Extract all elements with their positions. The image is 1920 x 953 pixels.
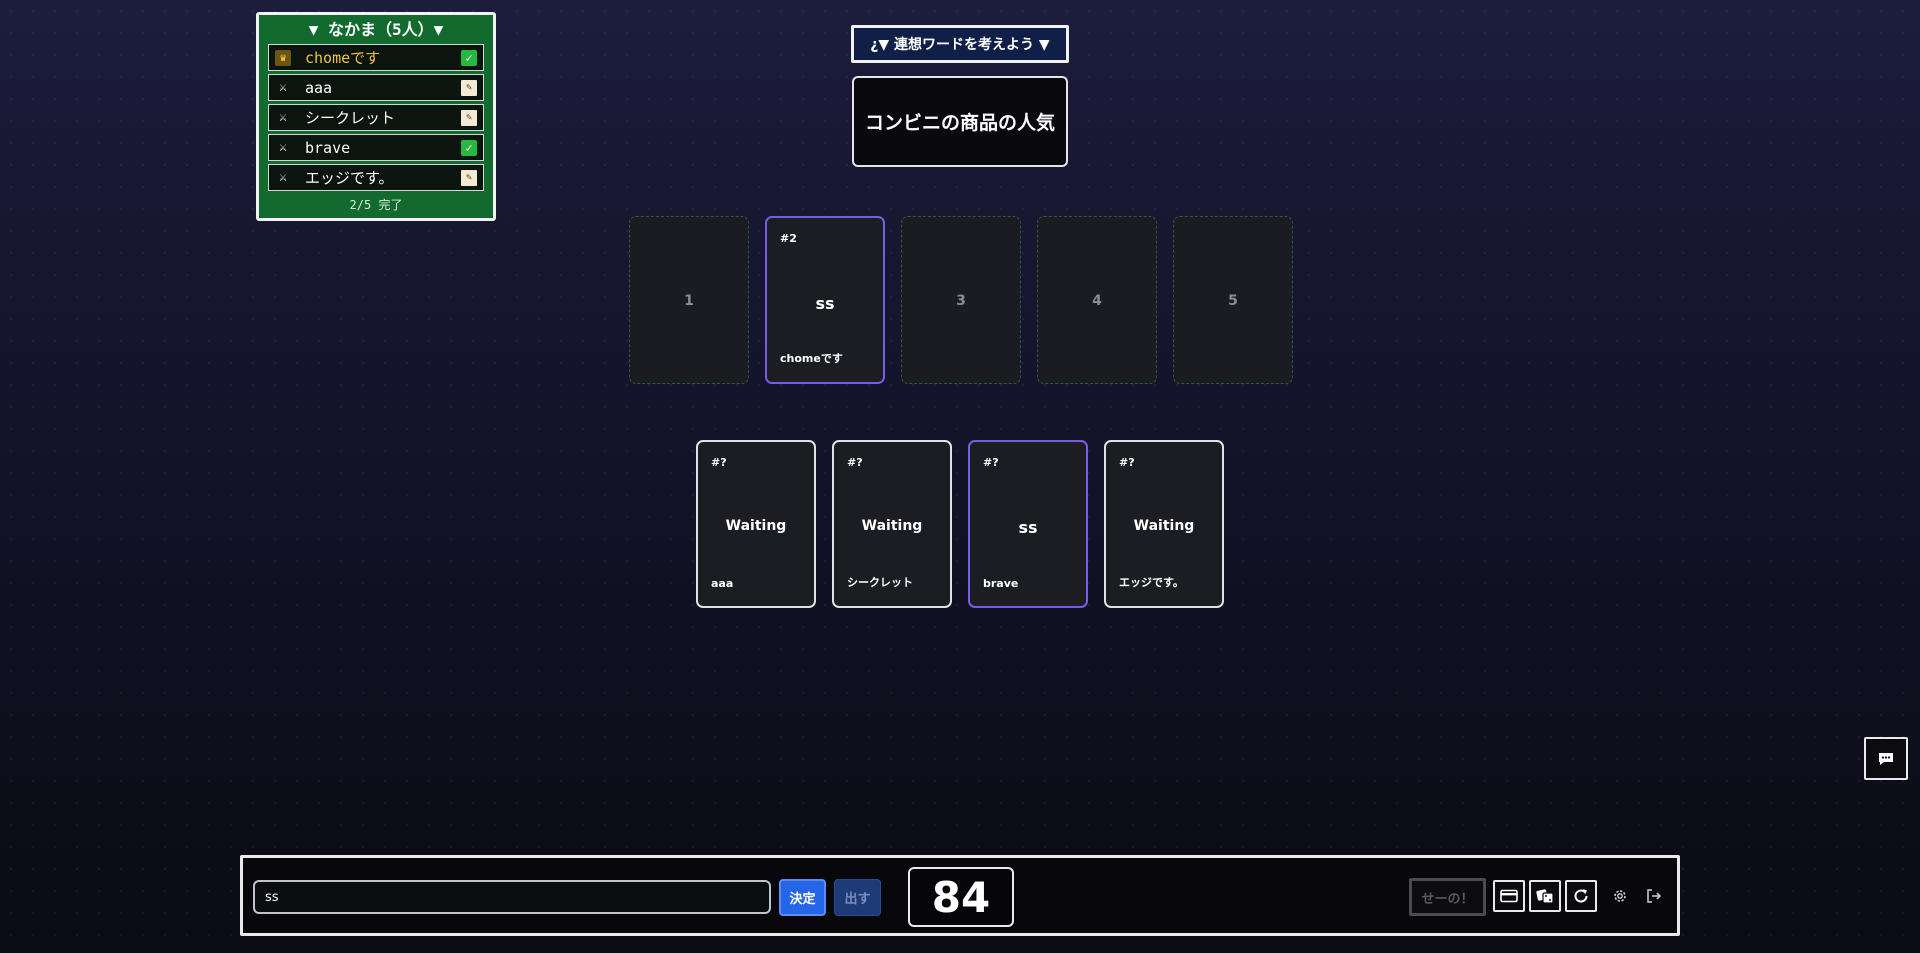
party-member: ⚔ brave ✓ xyxy=(268,134,484,161)
card-order: #? xyxy=(711,456,727,469)
exit-button[interactable] xyxy=(1642,884,1666,908)
word-input[interactable] xyxy=(253,880,771,914)
memo-icon: ✎ xyxy=(461,109,477,126)
swords-icon: ⚔ xyxy=(279,80,287,95)
control-bar: 決定 出す 84 せーの！ xyxy=(240,855,1680,936)
card-word: ss xyxy=(1018,518,1038,537)
card-order: #? xyxy=(1119,456,1135,469)
slot-number: 5 xyxy=(1228,293,1238,309)
party-panel: ▼ なかま（5人）▼ ♛ chomeです ✓ ⚔ aaa ✎ ⚔ シークレット … xyxy=(256,12,496,221)
party-member: ♛ chomeです ✓ xyxy=(268,44,484,71)
hand-card[interactable]: #? Waiting エッジです。 xyxy=(1104,440,1224,608)
card-order: #? xyxy=(983,456,999,469)
card-owner: シークレット xyxy=(847,576,913,589)
decide-button[interactable]: 決定 xyxy=(779,879,826,916)
check-icon: ✓ xyxy=(461,139,477,156)
swords-icon: ⚔ xyxy=(279,140,287,155)
card-owner: brave xyxy=(983,577,1019,590)
card-icon xyxy=(1500,889,1518,903)
timer: 84 xyxy=(908,867,1014,927)
refresh-icon xyxy=(1574,889,1588,903)
reset-button[interactable] xyxy=(1565,880,1597,912)
card-word: Waiting xyxy=(861,518,923,534)
submit-button[interactable]: 出す xyxy=(834,879,881,916)
chat-icon xyxy=(1879,752,1893,765)
board-slot[interactable]: 3 xyxy=(901,216,1021,384)
member-name: エッジです。 xyxy=(305,169,394,187)
dice-icon xyxy=(1536,889,1554,904)
party-member: ⚔ エッジです。 ✎ xyxy=(268,164,484,191)
hand-card[interactable]: #? Waiting シークレット xyxy=(832,440,952,608)
theme-toggle[interactable]: ¿▼ 連想ワードを考えよう ▼ xyxy=(851,25,1069,63)
party-member: ⚔ aaa ✎ xyxy=(268,74,484,101)
card-word: Waiting xyxy=(725,518,787,534)
hand-card[interactable]: #? ss brave xyxy=(968,440,1088,608)
card-order: #2 xyxy=(780,232,797,245)
settings-button[interactable] xyxy=(1608,884,1632,908)
memo-icon: ✎ xyxy=(461,169,477,186)
card-button[interactable] xyxy=(1493,880,1525,912)
exit-icon xyxy=(1647,889,1662,903)
card-owner: aaa xyxy=(711,577,734,590)
party-title: ▼ なかま（5人）▼ xyxy=(308,20,444,39)
memo-icon: ✎ xyxy=(461,79,477,96)
swords-icon: ⚔ xyxy=(279,170,287,185)
board-slot[interactable]: 4 xyxy=(1037,216,1157,384)
member-name: chomeです xyxy=(305,49,381,67)
gear-icon xyxy=(1614,890,1626,902)
party-member: ⚔ シークレット ✎ xyxy=(268,104,484,131)
crown-icon: ♛ xyxy=(275,49,291,66)
party-progress: 2/5 完了 xyxy=(349,198,403,212)
member-name: シークレット xyxy=(305,109,396,127)
slot-number: 1 xyxy=(684,293,694,309)
dice-button[interactable] xyxy=(1529,880,1561,912)
slot-number: 3 xyxy=(956,293,966,309)
board-slot[interactable]: 5 xyxy=(1173,216,1293,384)
chat-button[interactable] xyxy=(1864,737,1908,780)
theme-text: コンビニの商品の人気 xyxy=(852,76,1068,167)
placed-card[interactable]: #2 ss chomeです xyxy=(765,216,885,384)
swords-icon: ⚔ xyxy=(279,110,287,125)
hand-card[interactable]: #? Waiting aaa xyxy=(696,440,816,608)
slot-number: 4 xyxy=(1092,293,1102,309)
card-owner: エッジです。 xyxy=(1119,576,1184,589)
check-icon: ✓ xyxy=(461,49,477,66)
card-order: #? xyxy=(847,456,863,469)
seeno-button[interactable]: せーの！ xyxy=(1409,878,1486,916)
member-name: aaa xyxy=(305,78,333,97)
card-word: ss xyxy=(815,294,835,313)
card-word: Waiting xyxy=(1133,518,1195,534)
member-name: brave xyxy=(305,138,351,157)
card-owner: chomeです xyxy=(780,352,843,365)
board-slot[interactable]: 1 xyxy=(629,216,749,384)
